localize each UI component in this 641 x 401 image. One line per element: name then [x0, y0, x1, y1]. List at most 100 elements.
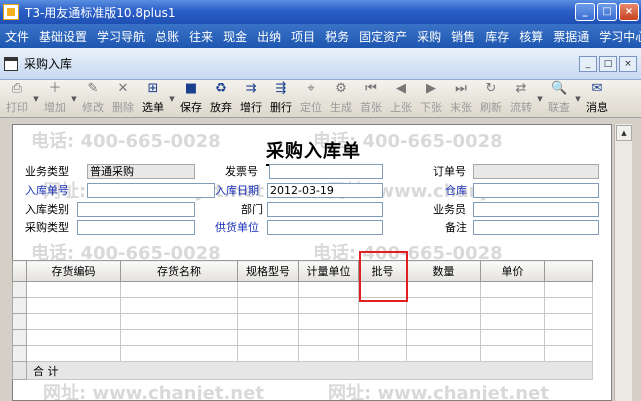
toolbar-refresh-button[interactable]: ↻ 刷新 — [476, 81, 506, 117]
biz-type-field[interactable]: 普通采购 — [87, 163, 195, 179]
menu-project[interactable]: 项目 — [286, 28, 320, 45]
table-row[interactable] — [12, 313, 593, 330]
menu-cashier[interactable]: 出纳 — [252, 28, 286, 45]
remark-field[interactable] — [473, 219, 599, 235]
toolbar-add-row-button[interactable]: ⇉ 增行 — [236, 81, 266, 117]
dropdown-arrow-icon[interactable]: ▼ — [32, 81, 40, 117]
column-header-spec[interactable]: 规格型号 — [237, 260, 299, 282]
clerk-field[interactable] — [473, 201, 599, 217]
column-header-code[interactable]: 存货编码 — [26, 260, 121, 282]
toolbar-discard-button[interactable]: ♻ 放弃 — [206, 81, 236, 117]
menu-fixed-assets[interactable]: 固定资产 — [354, 28, 412, 45]
menu-accounting[interactable]: 核算 — [514, 28, 548, 45]
toolbar-button-label: 打印 — [6, 101, 28, 114]
table-row[interactable] — [12, 281, 593, 298]
warehouse-field[interactable] — [473, 182, 599, 198]
first-icon: ⏮ — [365, 81, 377, 96]
clerk-label: 业务员 — [433, 203, 466, 216]
menu-purchase[interactable]: 采购 — [412, 28, 446, 45]
query-icon: 🔍 — [551, 81, 568, 96]
column-header-unit[interactable]: 计量单位 — [298, 260, 359, 282]
toolbar-printer-button[interactable]: ⎙ 打印 — [2, 81, 32, 117]
printer-icon: ⎙ — [11, 81, 23, 96]
last-icon: ⏭ — [455, 81, 467, 96]
toolbar-button-label: 刷新 — [480, 101, 502, 114]
doc-maximize-button[interactable]: □ — [599, 56, 617, 72]
dropdown-arrow-icon[interactable]: ▼ — [70, 81, 78, 117]
menu-basic-settings[interactable]: 基础设置 — [34, 28, 92, 45]
warehouse-row: 仓库 — [445, 182, 599, 198]
toolbar-button-label: 保存 — [180, 101, 202, 114]
invoice-no-row: 发票号 — [225, 163, 383, 179]
clerk-row: 业务员 — [433, 201, 599, 217]
scroll-up-arrow-icon[interactable]: ▲ — [616, 125, 632, 141]
menu-general-ledger[interactable]: 总账 — [150, 28, 184, 45]
toolbar-button-label: 末张 — [450, 101, 472, 114]
toolbar-button-label: 放弃 — [210, 101, 232, 114]
purchase-type-label: 采购类型 — [25, 221, 69, 234]
department-field[interactable] — [267, 201, 383, 217]
menu-inventory[interactable]: 库存 — [480, 28, 514, 45]
toolbar-button-label: 定位 — [300, 101, 322, 114]
supplier-field[interactable] — [267, 219, 383, 235]
toolbar-next-button[interactable]: ▶ 下张 — [416, 81, 446, 117]
toolbar-select-button[interactable]: ⊞ 选单 — [138, 81, 168, 117]
menu-tax[interactable]: 税务 — [320, 28, 354, 45]
menu-file[interactable]: 文件 — [0, 28, 34, 45]
toolbar-save-button[interactable]: ■ 保存 — [176, 81, 206, 117]
toolbar-edit-button[interactable]: ✎ 修改 — [78, 81, 108, 117]
total-row: 合 计 — [12, 361, 593, 380]
receipt-no-field[interactable] — [87, 182, 215, 198]
receipt-date-field[interactable]: 2012-03-19 — [267, 182, 383, 198]
document-header: 采购入库 _ □ × — [0, 48, 641, 80]
toolbar-button-label: 修改 — [82, 101, 104, 114]
toolbar-delete-row-button[interactable]: ⇶ 删行 — [266, 81, 296, 117]
watermark-phone: 电话: 400-665-0028 — [31, 131, 221, 152]
toolbar-flow-button[interactable]: ⇄ 流转 — [506, 81, 536, 117]
column-header-name[interactable]: 存货名称 — [120, 260, 238, 282]
menu-cash[interactable]: 现金 — [218, 28, 252, 45]
maximize-button[interactable]: □ — [597, 3, 617, 21]
menu-learning-center[interactable]: 学习中心 — [594, 28, 641, 45]
toolbar-last-button[interactable]: ⏭ 末张 — [446, 81, 476, 117]
toolbar-generate-button[interactable]: ⚙ 生成 — [326, 81, 356, 117]
column-header-quantity[interactable]: 数量 — [406, 260, 481, 282]
toolbar-first-button[interactable]: ⏮ 首张 — [356, 81, 386, 117]
department-row: 部门 — [241, 201, 383, 217]
discard-icon: ♻ — [215, 81, 227, 96]
toolbar-prev-button[interactable]: ◀ 上张 — [386, 81, 416, 117]
toolbar-delete-button[interactable]: ✕ 删除 — [108, 81, 138, 117]
toolbar-query-button[interactable]: 🔍 联查 — [544, 81, 574, 117]
message-icon: ✉ — [591, 81, 603, 96]
doc-minimize-button[interactable]: _ — [579, 56, 597, 72]
menu-receivables[interactable]: 往来 — [184, 28, 218, 45]
table-row[interactable] — [12, 345, 593, 362]
receipt-type-field[interactable] — [77, 201, 195, 217]
order-no-field[interactable] — [473, 163, 599, 179]
toolbar-add-button[interactable]: ＋ 增加 — [40, 81, 70, 117]
close-button[interactable]: × — [619, 3, 639, 21]
menu-learning-guide[interactable]: 学习导航 — [92, 28, 150, 45]
title-bar: T3-用友通标准版10.8plus1 _ □ × — [0, 0, 641, 24]
edit-icon: ✎ — [87, 81, 99, 96]
dropdown-arrow-icon[interactable]: ▼ — [574, 81, 582, 117]
generate-icon: ⚙ — [335, 81, 347, 96]
minimize-button[interactable]: _ — [575, 3, 595, 21]
invoice-no-field[interactable] — [269, 163, 383, 179]
toolbar-locate-button[interactable]: ⌖ 定位 — [296, 81, 326, 117]
flow-icon: ⇄ — [515, 81, 527, 96]
toolbar-message-button[interactable]: ✉ 消息 — [582, 81, 612, 117]
menu-sales[interactable]: 销售 — [446, 28, 480, 45]
select-icon: ⊞ — [147, 81, 159, 96]
supplier-label: 供货单位 — [215, 221, 259, 234]
doc-close-button[interactable]: × — [619, 56, 637, 72]
column-header-price[interactable]: 单价 — [480, 260, 545, 282]
toolbar: ⎙ 打印 ▼ ＋ 增加 ▼ ✎ 修改 ✕ 删除 ⊞ 选单 ▼ ■ 保存 ♻ 放弃 ⇉ 增行 ⇶ 删行 ⌖ 定位 ⚙ 生成 ⏮ 首张 ◀… — [0, 80, 641, 118]
menu-bills[interactable]: 票据通 — [548, 28, 594, 45]
table-row[interactable] — [12, 329, 593, 346]
table-row[interactable] — [12, 297, 593, 314]
dropdown-arrow-icon[interactable]: ▼ — [168, 81, 176, 117]
vertical-scrollbar[interactable]: ▲ — [614, 124, 632, 401]
purchase-type-field[interactable] — [77, 219, 195, 235]
dropdown-arrow-icon[interactable]: ▼ — [536, 81, 544, 117]
